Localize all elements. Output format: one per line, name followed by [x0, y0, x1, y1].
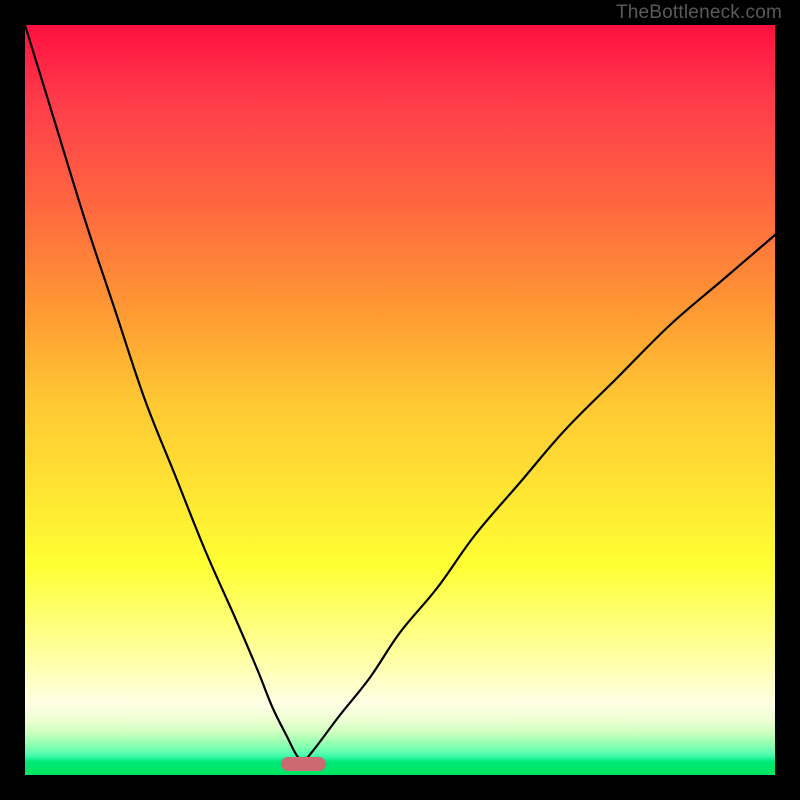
watermark-text: TheBottleneck.com	[616, 2, 782, 24]
bottleneck-curve	[25, 25, 775, 775]
vertex-marker	[281, 757, 326, 771]
left-branch-path	[25, 25, 303, 764]
plot-area	[25, 25, 775, 775]
chart-frame: TheBottleneck.com	[0, 0, 800, 800]
right-branch-path	[303, 235, 776, 764]
